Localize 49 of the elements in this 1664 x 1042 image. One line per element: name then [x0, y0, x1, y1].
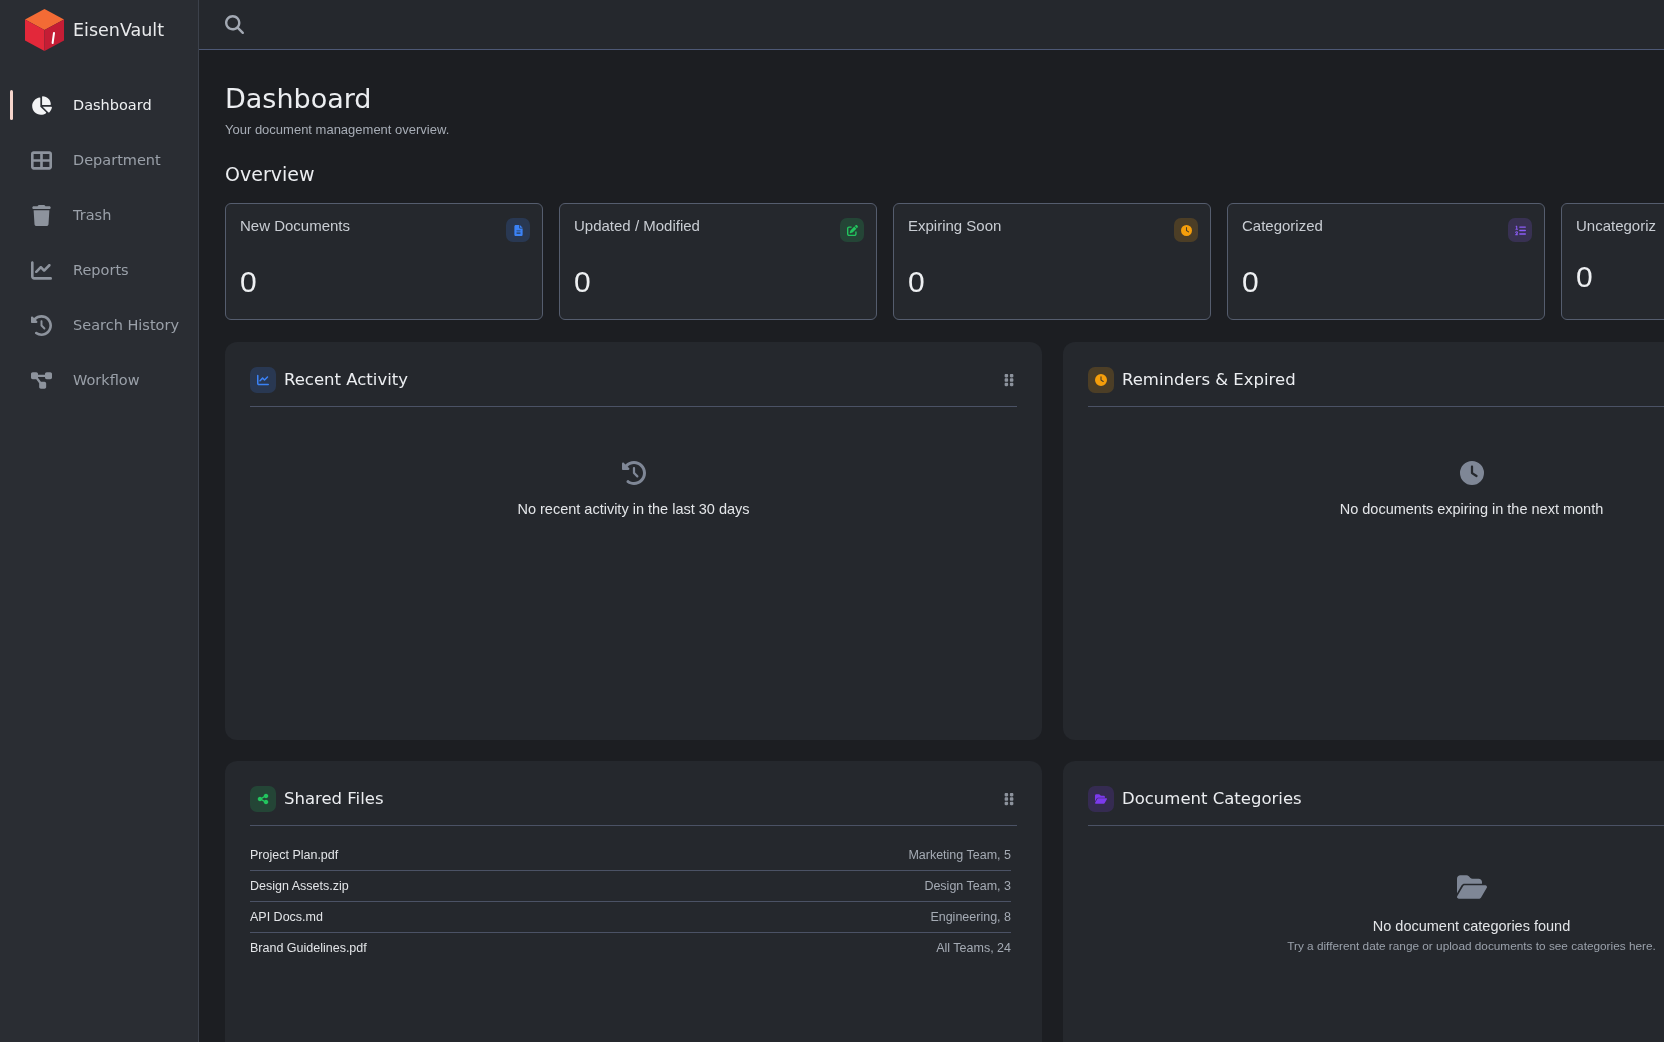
stat-value: 0 [574, 264, 591, 300]
stat-value: 0 [1576, 259, 1593, 295]
empty-message: No recent activity in the last 30 days [517, 500, 750, 519]
flowchart-icon [31, 369, 52, 391]
stat-label: New Documents [240, 216, 351, 236]
file-name: Project Plan.pdf [250, 848, 339, 862]
panel-title: Recent Activity [284, 369, 408, 391]
shared-with: Design Team, 3 [924, 879, 1011, 893]
file-name: API Docs.md [250, 910, 323, 924]
search-icon[interactable] [225, 15, 244, 34]
empty-message: No documents expiring in the next month [1339, 500, 1604, 519]
panel-title: Reminders & Expired [1122, 369, 1296, 391]
drag-handle-icon[interactable] [1004, 792, 1014, 806]
stat-value: 0 [1242, 264, 1259, 300]
shared-with: All Teams, 24 [936, 941, 1011, 955]
sidebar-item[interactable]: Reports [10, 250, 190, 290]
history-icon [621, 461, 646, 485]
sidebar-item[interactable]: Dashboard [10, 85, 190, 125]
empty-message: No document categories found [1372, 917, 1571, 936]
pie-chart-icon [31, 94, 52, 116]
stat-value: 0 [908, 264, 925, 300]
panel-title: Document Categories [1122, 788, 1302, 810]
logo-icon [23, 8, 66, 52]
line-chart-icon [31, 259, 52, 281]
clock-icon [1459, 461, 1484, 485]
stat-value: 0 [240, 264, 257, 300]
section-title: Overview [225, 162, 315, 186]
folder-icon [1456, 872, 1487, 902]
shared-with: Marketing Team, 5 [908, 848, 1011, 862]
page-title: Dashboard [225, 82, 372, 115]
stat-label: Uncategoriz [1576, 216, 1657, 236]
file-name: Design Assets.zip [250, 879, 349, 893]
shared-with: Engineering, 8 [930, 910, 1011, 924]
panel-title: Shared Files [284, 788, 384, 810]
sidebar-item[interactable]: Department [10, 140, 190, 180]
sidebar-item[interactable]: Search History [10, 305, 190, 345]
drag-handle-icon[interactable] [1004, 373, 1014, 387]
empty-hint: Try a different date range or upload documents to see categories here. [1287, 938, 1656, 954]
stat-label: Updated / Modified [574, 216, 700, 236]
stat-label: Categorized [1242, 216, 1323, 236]
grid-icon [31, 149, 52, 171]
stat-label: Expiring Soon [908, 216, 1002, 236]
sidebar-item[interactable]: Trash [10, 195, 190, 235]
app-name: EisenVault [73, 20, 165, 40]
sidebar-item[interactable]: Workflow [10, 360, 190, 400]
history-icon [31, 314, 52, 336]
trash-icon [31, 204, 52, 226]
page-subtitle: Your document management overview. [225, 122, 450, 138]
file-name: Brand Guidelines.pdf [250, 941, 367, 955]
